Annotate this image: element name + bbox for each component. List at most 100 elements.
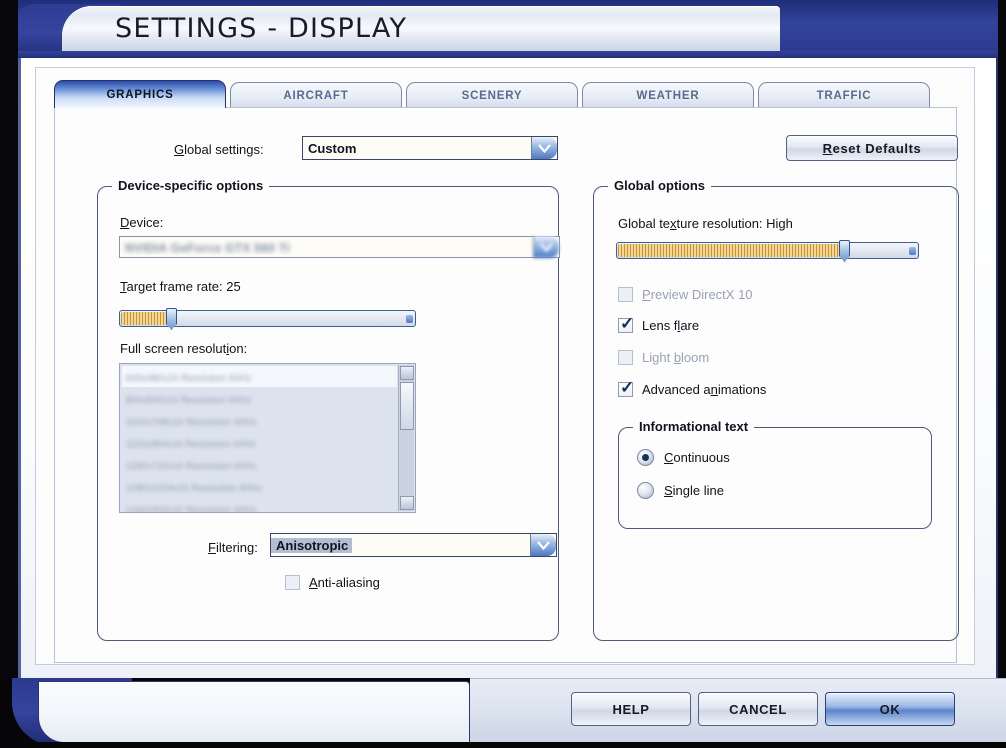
- lens-flare-checkbox[interactable]: ✓: [618, 314, 635, 333]
- frame-rate-slider-fill: [121, 312, 169, 325]
- dialog-body: GRAPHICS AIRCRAFT SCENERY WEATHER TRAFFI…: [18, 58, 998, 678]
- tab-graphics[interactable]: GRAPHICS: [54, 80, 226, 108]
- list-item[interactable]: 1152x864x16 Resolution 60Hz: [122, 431, 397, 453]
- tab-scenery-label: SCENERY: [461, 89, 523, 102]
- single-line-label: Single line: [664, 483, 724, 498]
- page-title: SETTINGS - DISPLAY: [115, 13, 408, 44]
- filtering-combo[interactable]: Anisotropic: [270, 533, 557, 557]
- full-screen-resolution-listbox[interactable]: 640x480x16 Resolution 60Hz 800x600x16 Re…: [119, 363, 416, 513]
- tab-aircraft-label: AIRCRAFT: [283, 89, 349, 102]
- global-settings-label-rest: lobal settings:: [184, 142, 264, 157]
- footer-shadow: [0, 742, 1006, 748]
- continuous-radio[interactable]: [637, 449, 654, 466]
- cancel-label: CANCEL: [729, 701, 787, 717]
- advanced-animations-label: Advanced animations: [642, 382, 767, 397]
- device-label: Device:: [120, 215, 164, 230]
- scroll-up-icon[interactable]: [400, 366, 414, 380]
- check-icon: ✓: [620, 314, 635, 333]
- device-value: NVIDIA GeForce GTX 560 Ti: [120, 240, 533, 255]
- preview-directx10-checkbox[interactable]: [618, 287, 633, 302]
- informational-text-title: Informational text: [633, 419, 755, 434]
- lens-flare-checkbox-row[interactable]: ✓ Lens flare: [618, 314, 700, 333]
- help-button[interactable]: HELP: [571, 692, 691, 726]
- reset-defaults-button[interactable]: Reset Defaults: [786, 135, 958, 161]
- scroll-down-icon[interactable]: [400, 496, 414, 510]
- list-item[interactable]: 1280x1024x16 Resolution 60Hz: [122, 475, 397, 497]
- full-screen-resolution-label: Full screen resolution:: [120, 341, 248, 356]
- resolution-list-scrollbar[interactable]: [398, 365, 414, 511]
- device-combo[interactable]: NVIDIA GeForce GTX 560 Ti: [119, 236, 560, 258]
- filtering-chevron-down-icon[interactable]: [530, 534, 556, 556]
- device-specific-options-group: Device-specific options Device: NVIDIA G…: [97, 178, 560, 641]
- preview-directx10-checkbox-row[interactable]: Preview DirectX 10: [618, 287, 753, 302]
- list-item[interactable]: 640x480x16 Resolution 60Hz: [122, 366, 397, 387]
- footer-button-area: HELP CANCEL OK: [470, 678, 1006, 742]
- radio-row-single-line[interactable]: Single line: [637, 482, 724, 499]
- informational-text-group: Informational text Continuous Single lin…: [618, 419, 932, 529]
- light-bloom-checkbox-row[interactable]: Light bloom: [618, 350, 709, 365]
- global-options-group: Global options Global texture resolution…: [593, 178, 959, 641]
- tab-aircraft[interactable]: AIRCRAFT: [230, 82, 402, 108]
- radio-row-continuous[interactable]: Continuous: [637, 449, 730, 466]
- ok-label: OK: [879, 701, 901, 717]
- tab-traffic[interactable]: TRAFFIC: [758, 82, 930, 108]
- frame-rate-slider-thumb[interactable]: [166, 308, 177, 330]
- title-bar-underline: [0, 51, 1006, 58]
- list-item[interactable]: 800x600x16 Resolution 60Hz: [122, 387, 397, 409]
- tab-panel-graphics: Global settings: Custom Reset Defaults D…: [54, 107, 959, 663]
- tab-weather-label: WEATHER: [636, 89, 700, 102]
- dialog-inner-panel: GRAPHICS AIRCRAFT SCENERY WEATHER TRAFFI…: [35, 67, 975, 665]
- title-bar: SETTINGS - DISPLAY: [0, 0, 1006, 58]
- continuous-label: Continuous: [664, 450, 730, 465]
- ok-button[interactable]: OK: [825, 692, 955, 726]
- preview-directx10-label: Preview DirectX 10: [642, 287, 753, 302]
- advanced-animations-checkbox[interactable]: ✓: [618, 378, 635, 397]
- light-bloom-label: Light bloom: [642, 350, 710, 365]
- reset-defaults-label: Reset Defaults: [822, 140, 922, 156]
- cancel-button[interactable]: CANCEL: [698, 692, 818, 726]
- global-texture-resolution-slider[interactable]: [616, 240, 919, 262]
- device-value-redacted-text: NVIDIA GeForce GTX 560 Ti: [125, 240, 290, 255]
- texture-slider-thumb[interactable]: [839, 240, 850, 262]
- left-bezel: [0, 0, 18, 748]
- right-bezel: [998, 0, 1006, 748]
- lens-flare-label: Lens flare: [642, 318, 700, 333]
- tab-strip: GRAPHICS AIRCRAFT SCENERY WEATHER TRAFFI…: [54, 80, 954, 108]
- tab-graphics-label: GRAPHICS: [106, 88, 174, 101]
- tab-weather[interactable]: WEATHER: [582, 82, 754, 108]
- global-group-title: Global options: [608, 178, 711, 193]
- single-line-radio[interactable]: [637, 482, 654, 499]
- chevron-down-icon[interactable]: [531, 137, 557, 159]
- global-settings-value: Custom: [308, 140, 357, 156]
- list-item[interactable]: 1280x720x16 Resolution 60Hz: [122, 453, 397, 475]
- global-settings-combo[interactable]: Custom: [302, 136, 558, 160]
- resolution-list-items: 640x480x16 Resolution 60Hz 800x600x16 Re…: [122, 366, 397, 512]
- advanced-animations-checkbox-row[interactable]: ✓ Advanced animations: [618, 378, 767, 397]
- texture-slider-endcap: [909, 247, 916, 255]
- device-chevron-down-icon[interactable]: [533, 236, 559, 258]
- filtering-label: Filtering:: [208, 540, 258, 555]
- footer-left-panel: [38, 681, 470, 743]
- global-settings-label: Global settings:: [174, 142, 264, 157]
- light-bloom-checkbox[interactable]: [618, 350, 633, 365]
- radio-dot-icon: [642, 454, 649, 461]
- device-group-title: Device-specific options: [112, 178, 270, 193]
- texture-slider-fill: [618, 244, 842, 257]
- antialiasing-label: Anti-aliasing: [309, 575, 380, 590]
- list-item[interactable]: 1440x900x32 Resolution 60Hz: [122, 497, 397, 512]
- tab-scenery[interactable]: SCENERY: [406, 82, 578, 108]
- scrollbar-thumb[interactable]: [400, 382, 414, 430]
- list-item[interactable]: 1024x768x16 Resolution 60Hz: [122, 409, 397, 431]
- tab-traffic-label: TRAFFIC: [816, 89, 872, 102]
- check-icon: ✓: [620, 378, 635, 397]
- frame-rate-slider-endcap: [406, 315, 413, 323]
- filtering-value: Anisotropic: [271, 537, 353, 553]
- antialiasing-checkbox[interactable]: [285, 575, 300, 590]
- global-texture-resolution-label: Global texture resolution: High: [618, 216, 793, 231]
- footer-bar: HELP CANCEL OK: [0, 678, 1006, 748]
- app-window: SETTINGS - DISPLAY GRAPHICS AIRCRAFT SCE…: [0, 0, 1006, 748]
- antialiasing-checkbox-row[interactable]: Anti-aliasing: [285, 575, 380, 590]
- help-label: HELP: [612, 701, 650, 717]
- target-frame-rate-slider[interactable]: [119, 308, 416, 330]
- target-frame-rate-label: Target frame rate: 25: [120, 279, 241, 294]
